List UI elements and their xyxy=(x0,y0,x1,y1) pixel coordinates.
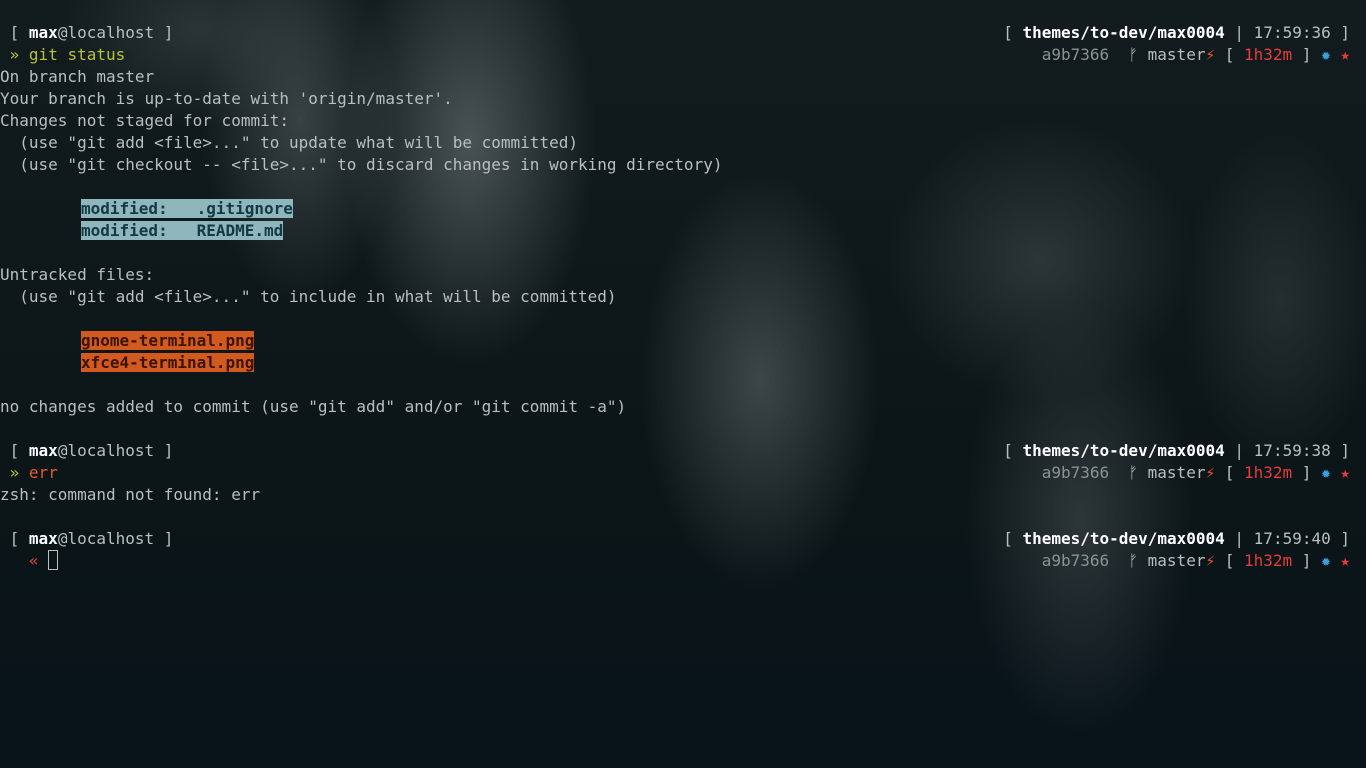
prompt-host: @localhost xyxy=(57,529,155,548)
untracked-file-entry: xfce4-terminal.png xyxy=(81,353,255,372)
error-output: zsh: command not found: err xyxy=(0,485,261,504)
git-branch: master xyxy=(1147,463,1206,482)
prompt-user: max xyxy=(28,441,58,460)
modified-file-entry: modified: .gitignore xyxy=(81,199,293,218)
git-branch-icon: ᚠ xyxy=(1128,551,1139,570)
prompt-command-line-1: » git status xyxy=(0,44,126,66)
prompt-right-status-2: [ themes/to-dev/max0004 | 17:59:38 ] xyxy=(1003,441,1350,460)
output-line: no changes added to commit (use "git add… xyxy=(0,397,627,416)
prompt-host: @localhost xyxy=(57,441,155,460)
star-icon: ★ xyxy=(1340,551,1350,570)
output-line: (use "git add <file>..." to include in w… xyxy=(0,287,617,306)
output-line: On branch master xyxy=(0,67,155,86)
output-line: Untracked files: xyxy=(0,265,155,284)
prompt-host: @localhost xyxy=(57,23,155,42)
prompt-right-status-3: [ themes/to-dev/max0004 | 17:59:40 ] xyxy=(1003,529,1350,548)
terminal-window[interactable]: [ max@localhost ] [ themes/to-dev/max000… xyxy=(0,0,1366,768)
output-line: Your branch is up-to-date with 'origin/m… xyxy=(0,89,453,108)
git-hash: a9b7366 xyxy=(1041,551,1110,570)
prompt-path: themes/to-dev/max0004 xyxy=(1022,441,1225,460)
terminal-cursor[interactable] xyxy=(48,550,59,570)
prompt-time: 17:59:36 xyxy=(1253,23,1331,42)
prompt-user: max xyxy=(28,23,58,42)
prompt-right-status-1: [ themes/to-dev/max0004 | 17:59:36 ] xyxy=(1003,23,1350,42)
gear-icon: ✹ xyxy=(1321,551,1331,570)
output-line: (use "git checkout -- <file>..." to disc… xyxy=(0,155,723,174)
prompt-arrow-icon: « xyxy=(28,551,39,570)
git-hash: a9b7366 xyxy=(1041,463,1110,482)
git-branch: master xyxy=(1147,45,1206,64)
star-icon: ★ xyxy=(1340,45,1350,64)
command-duration: 1h32m xyxy=(1244,551,1293,570)
prompt-command: err xyxy=(28,463,58,482)
git-dirty-icon: ⚡ xyxy=(1205,551,1216,570)
prompt-header-2: [ max@localhost ] xyxy=(0,441,174,460)
git-branch-icon: ᚠ xyxy=(1128,463,1139,482)
untracked-file-entry: gnome-terminal.png xyxy=(81,331,255,350)
prompt-header-3: [ max@localhost ] xyxy=(0,529,174,548)
gear-icon: ✹ xyxy=(1321,463,1331,482)
prompt-command: git status xyxy=(28,45,126,64)
command-duration: 1h32m xyxy=(1244,45,1293,64)
star-icon: ★ xyxy=(1340,463,1350,482)
git-branch: master xyxy=(1147,551,1206,570)
prompt-time: 17:59:38 xyxy=(1253,441,1331,460)
prompt-header-1: [ max@localhost ] xyxy=(0,23,174,42)
git-dirty-icon: ⚡ xyxy=(1205,463,1216,482)
prompt-command-line-2: » err xyxy=(0,462,58,484)
prompt-git-status-3: a9b7366 ᚠ master⚡ [ 1h32m ] ✹ ★ xyxy=(1041,551,1350,570)
prompt-path: themes/to-dev/max0004 xyxy=(1022,23,1225,42)
prompt-user: max xyxy=(28,529,58,548)
prompt-command-line-3[interactable]: « xyxy=(0,550,59,572)
output-line: Changes not staged for commit: xyxy=(0,111,289,130)
prompt-arrow-icon: » xyxy=(9,463,20,482)
git-hash: a9b7366 xyxy=(1041,45,1110,64)
prompt-arrow-icon: » xyxy=(9,45,20,64)
gear-icon: ✹ xyxy=(1321,45,1331,64)
prompt-time: 17:59:40 xyxy=(1253,529,1331,548)
prompt-git-status-2: a9b7366 ᚠ master⚡ [ 1h32m ] ✹ ★ xyxy=(1041,463,1350,482)
git-branch-icon: ᚠ xyxy=(1128,45,1139,64)
prompt-git-status-1: a9b7366 ᚠ master⚡ [ 1h32m ] ✹ ★ xyxy=(1041,45,1350,64)
git-dirty-icon: ⚡ xyxy=(1205,45,1216,64)
prompt-path: themes/to-dev/max0004 xyxy=(1022,529,1225,548)
command-duration: 1h32m xyxy=(1244,463,1293,482)
modified-file-entry: modified: README.md xyxy=(81,221,284,240)
output-line: (use "git add <file>..." to update what … xyxy=(0,133,578,152)
